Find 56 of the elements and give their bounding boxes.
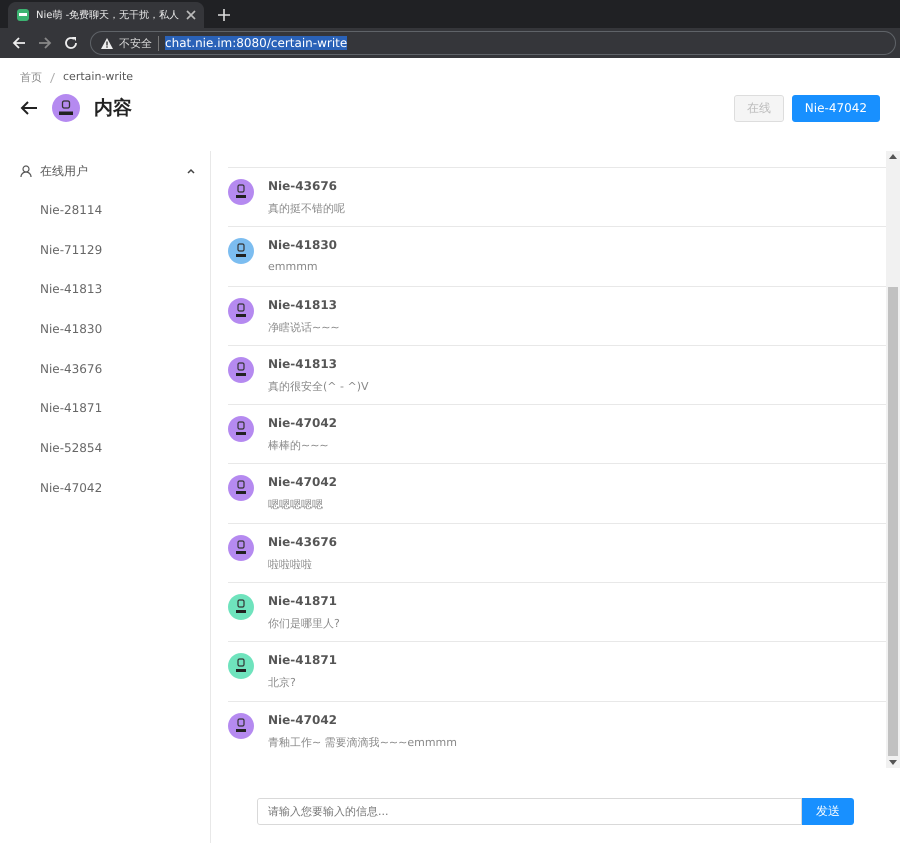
sidebar-item[interactable]: Nie-41813 xyxy=(0,270,210,310)
sidebar-item[interactable]: Nie-71129 xyxy=(0,230,210,270)
breadcrumb-link[interactable]: certain-write xyxy=(63,70,134,85)
message-author: Nie-47042 xyxy=(268,475,338,490)
back-arrow-icon[interactable] xyxy=(20,100,38,116)
scroll-down-icon[interactable] xyxy=(889,760,897,765)
sidebar-item[interactable]: Nie-41871 xyxy=(0,389,210,430)
sidebar-group-title: 在线用户 xyxy=(40,162,88,180)
message-text: 青釉工作~ 需要滴滴我~~~emmmm xyxy=(268,734,457,750)
sidebar-item[interactable]: Nie-41830 xyxy=(0,310,210,350)
scroll-up-icon[interactable] xyxy=(889,154,897,159)
message-author: Nie-43676 xyxy=(268,534,338,549)
forward-icon[interactable] xyxy=(38,36,52,50)
send-button[interactable]: 发送 xyxy=(802,798,854,825)
message-text: 真的挺不错的呢 xyxy=(268,201,345,216)
sidebar-item[interactable]: Nie-47042 xyxy=(0,468,210,508)
message-text: 北京? xyxy=(268,675,297,690)
browser-tab[interactable]: Nie萌 -免费聊天，无干扰，私人 xyxy=(8,2,204,28)
breadcrumb-separator xyxy=(50,72,55,82)
message-author: Nie-43676 xyxy=(268,179,338,193)
address-bar[interactable]: 不安全 chat.nie.im:8080/certain-write xyxy=(90,31,896,55)
scrollbar[interactable] xyxy=(886,151,900,768)
back-icon[interactable] xyxy=(12,36,26,50)
url-text: chat.nie.im:8080/certain-write xyxy=(165,36,348,50)
sidebar-item[interactable]: Nie-28114 xyxy=(0,191,210,231)
user-icon xyxy=(20,165,32,177)
header-button[interactable]: Nie-47042 xyxy=(792,94,880,122)
warning-icon xyxy=(101,38,113,48)
message-text: emmmm xyxy=(268,260,319,274)
message-author: Nie-41871 xyxy=(268,653,338,668)
message-author: Nie-47042 xyxy=(268,712,338,727)
caret-icon[interactable] xyxy=(187,168,195,174)
message-author: Nie-41830 xyxy=(268,238,338,252)
message-author: Nie-41813 xyxy=(268,356,338,371)
reload-icon[interactable] xyxy=(64,36,78,50)
security-label: 不安全 xyxy=(119,36,159,50)
sidebar-group-header[interactable]: 在线用户 xyxy=(0,151,210,191)
close-icon[interactable] xyxy=(186,10,196,20)
message-text: 嗯嗯嗯嗯嗯 xyxy=(268,497,324,512)
new-tab-icon[interactable] xyxy=(218,9,230,21)
sidebar-item[interactable]: Nie-52854 xyxy=(0,429,210,469)
breadcrumb-link[interactable]: 首页 xyxy=(20,70,42,85)
message-text: 啦啦啦啦 xyxy=(268,556,313,572)
message-author: Nie-41871 xyxy=(268,594,338,608)
tab-title: Nie萌 -免费聊天，无干扰，私人 xyxy=(36,8,180,22)
message-text: 真的很安全(^ - ^)V xyxy=(268,378,369,394)
message-text: 棒棒的~~~ xyxy=(268,438,330,454)
sidebar-item[interactable]: Nie-43676 xyxy=(0,350,210,390)
message-author: Nie-47042 xyxy=(268,416,338,430)
message-input[interactable]: 请输入您要输入的信息... xyxy=(257,798,802,825)
message-text: 净瞎说话~~~ xyxy=(268,320,340,335)
message-text: 你们是哪里人? xyxy=(268,616,340,632)
app-logo-icon xyxy=(16,8,30,22)
message-author: Nie-41813 xyxy=(268,298,338,312)
avatar xyxy=(52,94,80,122)
page-title: 内容 xyxy=(94,96,132,121)
